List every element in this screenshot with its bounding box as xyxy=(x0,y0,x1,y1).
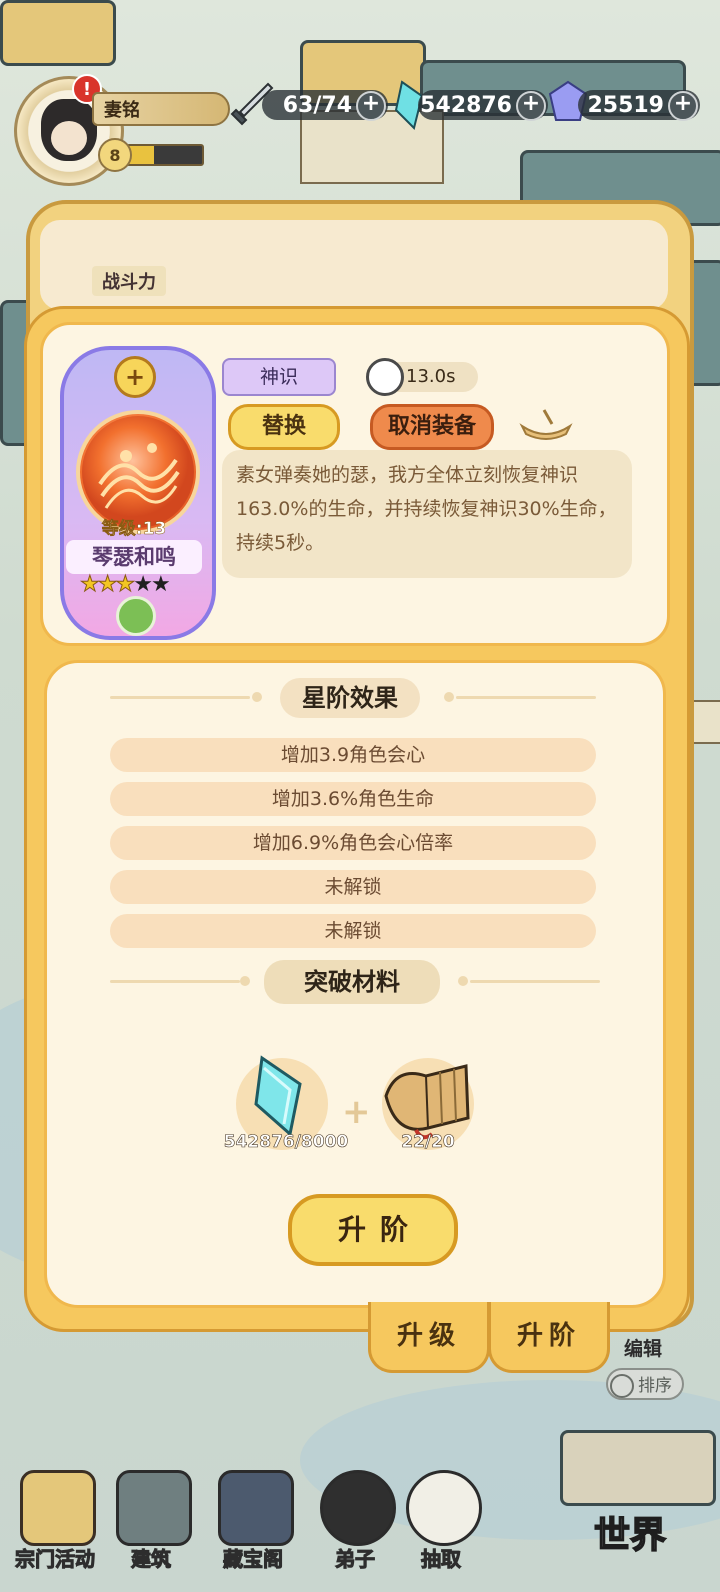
effect-row: 增加3.6%角色生命 xyxy=(110,782,596,816)
jade-counter: 542876 + xyxy=(418,90,548,121)
add-jade-button[interactable]: + xyxy=(516,91,546,121)
crystal-icon xyxy=(254,1055,302,1137)
material-count: 22/20 xyxy=(401,1132,455,1153)
star-filled-icon: ★ xyxy=(115,572,136,598)
nav-label: 建筑 xyxy=(131,1547,172,1572)
add-gem-button[interactable]: + xyxy=(668,91,698,121)
effect-row: 增加3.9角色会心 xyxy=(110,738,596,772)
nav-building[interactable]: 建筑 xyxy=(106,1450,196,1580)
skill-name: 琴瑟和鸣 xyxy=(66,540,202,574)
divider-dot xyxy=(444,692,454,702)
refresh-icon xyxy=(610,1374,634,1398)
world-button[interactable]: 世界 xyxy=(593,1506,667,1558)
star-effects-title: 星阶效果 xyxy=(280,678,420,718)
gem-value: 25519 xyxy=(587,92,664,118)
nav-label: 弟子 xyxy=(335,1547,376,1572)
gate-icon xyxy=(116,1470,192,1546)
divider-line xyxy=(110,980,240,983)
tab-advance[interactable]: 升阶 xyxy=(488,1302,610,1373)
effect-row: 增加6.9%角色会心倍率 xyxy=(110,826,596,860)
nav-label: 抽取 xyxy=(421,1547,462,1572)
materials-title: 突破材料 xyxy=(264,960,440,1004)
advance-button[interactable]: 升阶 xyxy=(288,1194,458,1266)
back-panel-inner xyxy=(40,220,668,310)
treasure-pavilion-icon xyxy=(218,1470,294,1546)
nav-draw[interactable]: 抽取 xyxy=(396,1450,486,1580)
gem-counter: 25519 + xyxy=(578,90,700,121)
jade-value: 542876 xyxy=(420,92,512,118)
star-empty-icon: ★ xyxy=(133,572,153,597)
nav-disciples[interactable]: 弟子 xyxy=(310,1450,400,1580)
nav-sect-activity[interactable]: 宗门活动 xyxy=(10,1450,100,1580)
boat-icon xyxy=(519,409,573,440)
star-filled-icon: ★ xyxy=(80,572,101,598)
nav-treasure[interactable]: 藏宝阁 xyxy=(208,1450,298,1580)
star-filled-icon: ★ xyxy=(97,572,118,598)
replace-button[interactable]: 替换 xyxy=(228,404,340,450)
divider-line xyxy=(470,980,600,983)
divider-dot xyxy=(240,976,250,986)
unequip-button[interactable]: 取消装备 xyxy=(370,404,494,450)
add-heart-icon[interactable]: + xyxy=(114,356,156,398)
divider-dot xyxy=(458,976,468,986)
player-name: 妻铭 xyxy=(92,92,230,126)
exp-bar xyxy=(126,144,204,166)
skill-stars: ★★★★★ xyxy=(80,572,171,598)
star-empty-icon: ★ xyxy=(150,572,171,597)
divider-dot xyxy=(252,692,262,702)
skill-description: 素女弹奏她的瑟，我方全体立刻恢复神识163.0%的生命，并持续恢复神识30%生命… xyxy=(222,450,632,578)
effect-row: 未解锁 xyxy=(110,870,596,904)
tab-upgrade[interactable]: 升级 xyxy=(368,1302,490,1373)
skill-type-tag: 神识 xyxy=(222,358,336,396)
effect-row: 未解锁 xyxy=(110,914,596,948)
add-stamina-button[interactable]: + xyxy=(356,91,386,121)
nav-label: 藏宝阁 xyxy=(223,1547,284,1572)
stopwatch-icon xyxy=(366,358,404,396)
stamina-counter: 63/74 + xyxy=(262,90,388,121)
skill-level: 等级:13 xyxy=(101,519,167,540)
avatar-portrait xyxy=(41,99,97,161)
divider-line xyxy=(456,696,596,699)
player-level-badge: 8 xyxy=(98,138,132,172)
bird-icon xyxy=(406,1470,482,1546)
disciple-icon xyxy=(320,1470,396,1546)
pagoda-icon xyxy=(20,1470,96,1546)
nav-label: 宗门活动 xyxy=(15,1547,96,1572)
leaf-element-icon xyxy=(116,596,156,636)
stamina-value: 63/74 xyxy=(282,92,352,118)
edit-button[interactable]: 编辑 xyxy=(624,1334,662,1361)
divider-line xyxy=(110,696,250,699)
plus-sign: + xyxy=(342,1092,371,1132)
material-count: 542876/8000 xyxy=(223,1132,349,1153)
battle-power-tag: 战斗力 xyxy=(92,266,166,296)
